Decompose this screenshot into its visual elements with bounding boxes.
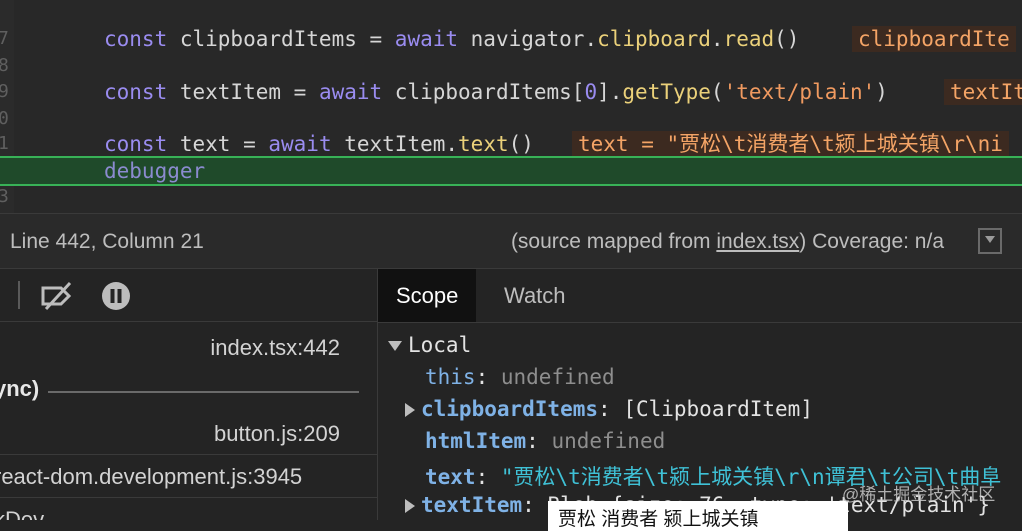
editor-status-bar: Line 442, Column 21 (source mapped from …	[0, 213, 1022, 269]
scope-local-header[interactable]: Local	[388, 333, 471, 357]
code-line-clipboard-read: const clipboardItems = await navigator.c…	[104, 27, 800, 51]
scope-var-htmlitem[interactable]: htmlItem: undefined	[425, 429, 665, 453]
toolbar-divider	[18, 281, 20, 309]
inline-value-clipboarditems: clipboardIte	[852, 26, 1016, 52]
watermark: @稀土掘金技术社区	[842, 485, 996, 504]
line-number: 8	[0, 55, 9, 76]
pause-on-exceptions-icon[interactable]	[101, 281, 131, 311]
tab-scope[interactable]: Scope	[378, 269, 477, 322]
deactivate-breakpoints-icon[interactable]	[40, 280, 76, 312]
code-line-gettype: const textItem = await clipboardItems[0]…	[104, 80, 888, 104]
debugger-toolbar	[0, 269, 377, 322]
inline-value-text: text = "贾松\t消费者\t颍上城关镇\r\ni	[572, 131, 1009, 157]
expand-arrow-icon	[388, 341, 402, 351]
call-stack-panel: index.tsx:442 ync) button.js:209 react-d…	[0, 269, 378, 520]
line-number: 0	[0, 108, 9, 129]
expand-arrow-icon	[405, 403, 415, 417]
source-map-info: (source mapped from index.tsx) Coverage:…	[510, 230, 944, 253]
inline-value-textitem: textIt	[944, 79, 1022, 105]
line-number: 7	[0, 28, 9, 49]
line-number: 1	[0, 133, 9, 154]
tab-watch[interactable]: Watch	[486, 269, 584, 322]
code-editor[interactable]: 7 8 9 0 1 2 3 const clipboardItems = awa…	[0, 0, 1022, 213]
code-line-text: const text = await textItem.text()	[104, 132, 534, 156]
status-dropdown-icon[interactable]	[978, 228, 1002, 254]
code-line-debugger: debugger	[104, 159, 206, 183]
hover-tooltip: 贾松 消费者 颍上城关镇	[548, 501, 848, 531]
expand-arrow-icon	[405, 499, 415, 513]
coverage-status: Coverage: n/a	[812, 230, 944, 253]
line-number: 9	[0, 81, 9, 102]
source-file-link[interactable]: index.tsx	[716, 230, 799, 253]
sidebar-tabs: Scope Watch	[378, 269, 1022, 323]
scope-var-this[interactable]: this: undefined	[425, 365, 615, 389]
scope-var-clipboarditems[interactable]: clipboardItems: [ClipboardItem]	[405, 397, 813, 421]
line-number: 3	[0, 186, 9, 207]
row-divider	[0, 497, 377, 498]
cursor-position: Line 442, Column 21	[10, 230, 204, 253]
row-divider	[0, 454, 377, 455]
